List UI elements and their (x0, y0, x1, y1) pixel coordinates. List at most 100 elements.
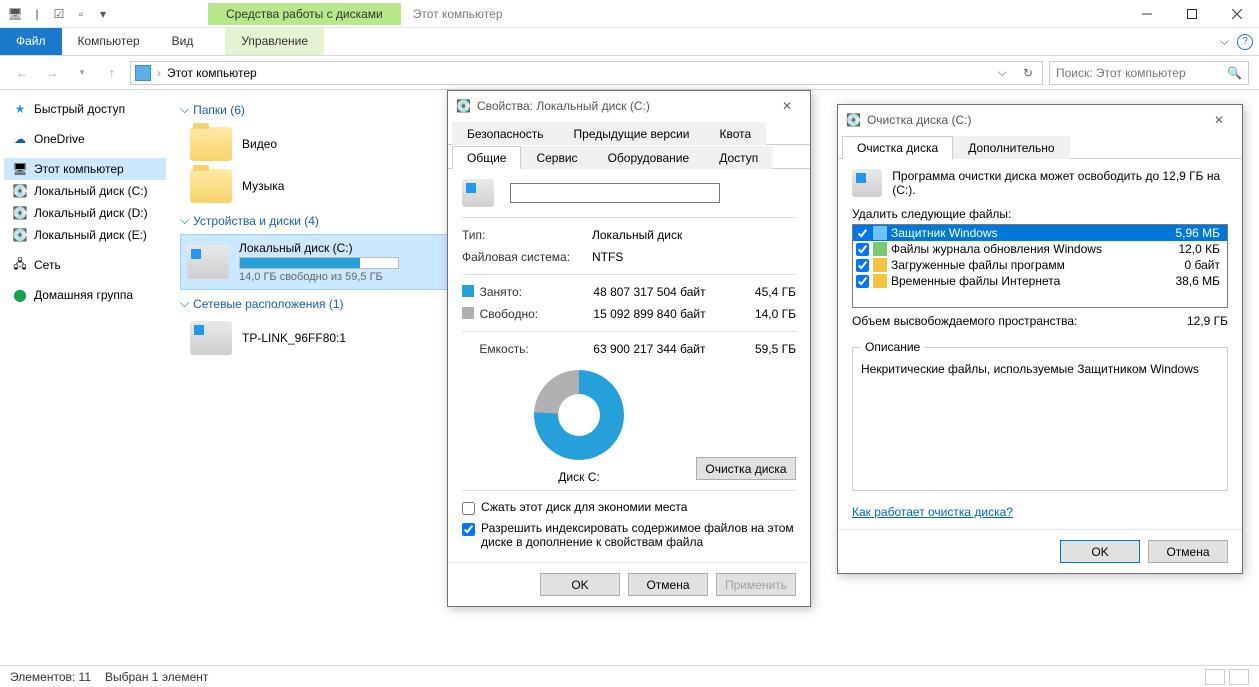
compress-checkbox[interactable] (462, 502, 475, 515)
free-bytes: 15 092 899 840 байт (593, 307, 738, 321)
minimize-button[interactable] (1124, 0, 1169, 28)
tab-general[interactable]: Общие (452, 146, 521, 169)
ribbon-expand-icon[interactable]: ⌵ (1220, 34, 1229, 49)
status-selected: Выбран 1 элемент (105, 670, 208, 684)
folder-label: Музыка (242, 179, 284, 193)
list-item[interactable]: Файлы журнала обновления Windows 12,0 КБ (853, 241, 1227, 257)
sidebar-item-network[interactable]: 🖧Сеть (4, 254, 166, 276)
disk-cleanup-button[interactable]: Очистка диска (696, 457, 796, 480)
window-controls (1124, 0, 1259, 28)
freed-size: 12,9 ГБ (1187, 314, 1228, 328)
item-size: 5,96 МБ (1175, 226, 1224, 240)
list-item[interactable]: Временные файлы Интернета 38,6 МБ (853, 273, 1227, 289)
manage-tab[interactable]: Управление (225, 28, 324, 55)
dialog-titlebar[interactable]: 💽 Свойства: Локальный диск (C:) ✕ (448, 91, 810, 121)
drive-label-input[interactable] (510, 183, 720, 203)
fs-value: NTFS (592, 250, 623, 264)
dialog-titlebar[interactable]: 💽 Очистка диска (C:) ✕ (838, 105, 1242, 135)
file-tab[interactable]: Файл (0, 28, 62, 55)
apply-button[interactable]: Применить (716, 573, 796, 596)
dialog-body: Тип:Локальный диск Файловая система:NTFS… (448, 169, 810, 562)
item-size: 0 байт (1185, 258, 1224, 272)
capacity-bytes: 63 900 217 344 байт (593, 342, 738, 356)
address-bar[interactable]: › Этот компьютер ⌵ ↻ (130, 61, 1043, 85)
sidebar-item-drive-d[interactable]: 💽Локальный диск (D:) (4, 202, 166, 224)
item-label: Защитник Windows (891, 226, 998, 240)
new-folder-icon[interactable]: ▫ (72, 5, 90, 23)
address-dropdown-icon[interactable]: ⌵ (992, 65, 1012, 80)
tab-cleanup[interactable]: Очистка диска (842, 136, 953, 159)
maximize-button[interactable] (1169, 0, 1214, 28)
cleanup-file-list[interactable]: Защитник Windows 5,96 МБ Файлы журнала о… (852, 224, 1228, 308)
tab-service[interactable]: Сервис (521, 146, 592, 169)
item-checkbox[interactable] (856, 227, 869, 240)
type-label: Тип: (462, 228, 592, 242)
sidebar-item-drive-c[interactable]: 💽 Локальный диск (C:) (4, 180, 166, 202)
status-count: Элементов: 11 (10, 670, 91, 684)
star-icon: ★ (12, 101, 28, 117)
drive-name: Локальный диск (C:) (239, 241, 399, 255)
qat-dropdown-icon[interactable]: ▾ (94, 5, 112, 23)
dialog-close-button[interactable]: ✕ (1204, 113, 1234, 127)
cancel-button[interactable]: Отмена (628, 573, 708, 596)
sidebar-item-label: Локальный диск (C:) (34, 184, 148, 198)
type-value: Локальный диск (592, 228, 682, 242)
refresh-icon[interactable]: ↻ (1018, 66, 1038, 80)
ok-button[interactable]: OK (540, 573, 620, 596)
up-button[interactable]: ↑ (100, 61, 124, 85)
breadcrumb[interactable]: Этот компьютер (167, 66, 257, 80)
sidebar-item-drive-e[interactable]: 💽Локальный диск (E:) (4, 224, 166, 246)
capacity-size: 59,5 ГБ (738, 342, 796, 356)
disk-label: Диск C: (462, 470, 696, 484)
list-item[interactable]: Загруженные файлы программ 0 байт (853, 257, 1227, 273)
homegroup-icon: ⬤ (12, 287, 28, 303)
computer-tab[interactable]: Компьютер (62, 28, 156, 55)
index-checkbox[interactable] (462, 523, 475, 536)
minimize-icon (1142, 9, 1152, 19)
tab-quota[interactable]: Квота (704, 122, 766, 145)
item-checkbox[interactable] (856, 275, 869, 288)
item-checkbox[interactable] (856, 259, 869, 272)
view-tiles-button[interactable] (1229, 669, 1249, 685)
back-button[interactable]: ← (10, 61, 34, 85)
view-tab[interactable]: Вид (156, 28, 210, 55)
statusbar: Элементов: 11 Выбран 1 элемент (0, 665, 1259, 687)
description-text: Некритические файлы, используемые Защитн… (861, 362, 1219, 482)
drive-icon: 💽 (12, 183, 28, 199)
sidebar-item-onedrive[interactable]: ☁OneDrive (4, 128, 166, 150)
search-input[interactable] (1056, 66, 1227, 80)
cancel-button[interactable]: Отмена (1148, 540, 1228, 563)
compress-label: Сжать этот диск для экономии места (481, 500, 687, 514)
help-icon[interactable]: ? (1237, 34, 1253, 50)
help-link[interactable]: Как работает очистка диска? (852, 505, 1013, 519)
ok-button[interactable]: OK (1060, 540, 1140, 563)
list-item[interactable]: Защитник Windows 5,96 МБ (853, 225, 1227, 241)
tab-previous-versions[interactable]: Предыдущие версии (559, 122, 705, 145)
search-icon[interactable]: 🔍 (1227, 66, 1242, 80)
drive-icon (462, 179, 494, 207)
dialog-close-button[interactable]: ✕ (772, 99, 802, 113)
dialog-button-row: OK Отмена (838, 529, 1242, 573)
tab-more[interactable]: Дополнительно (953, 136, 1069, 159)
close-button[interactable] (1214, 0, 1259, 28)
usage-donut (534, 370, 624, 460)
drive-c-tile[interactable]: Локальный диск (C:) 14,0 ГБ свободно из … (180, 234, 450, 290)
sidebar-item-this-pc[interactable]: 🖥Этот компьютер (4, 158, 166, 180)
drive-icon: 💽 (12, 227, 28, 243)
capacity-label: Емкость: (479, 342, 593, 356)
search-box[interactable]: 🔍 (1049, 61, 1249, 85)
history-dropdown[interactable]: ▾ (70, 61, 94, 85)
properties-icon[interactable]: ☑ (50, 5, 68, 23)
forward-button[interactable]: → (40, 61, 64, 85)
description-legend: Описание (861, 340, 924, 354)
tab-security[interactable]: Безопасность (452, 122, 559, 145)
sidebar-item-quick-access[interactable]: ★Быстрый доступ (4, 98, 166, 120)
chevron-down-icon: ⌵ (180, 102, 189, 117)
view-details-button[interactable] (1205, 669, 1225, 685)
tab-hardware[interactable]: Оборудование (593, 146, 705, 169)
window-title: Этот компьютер (413, 7, 503, 21)
sidebar-item-homegroup[interactable]: ⬤Домашняя группа (4, 284, 166, 306)
tab-access[interactable]: Доступ (704, 146, 773, 169)
qat-sep: | (28, 5, 46, 23)
item-checkbox[interactable] (856, 243, 869, 256)
